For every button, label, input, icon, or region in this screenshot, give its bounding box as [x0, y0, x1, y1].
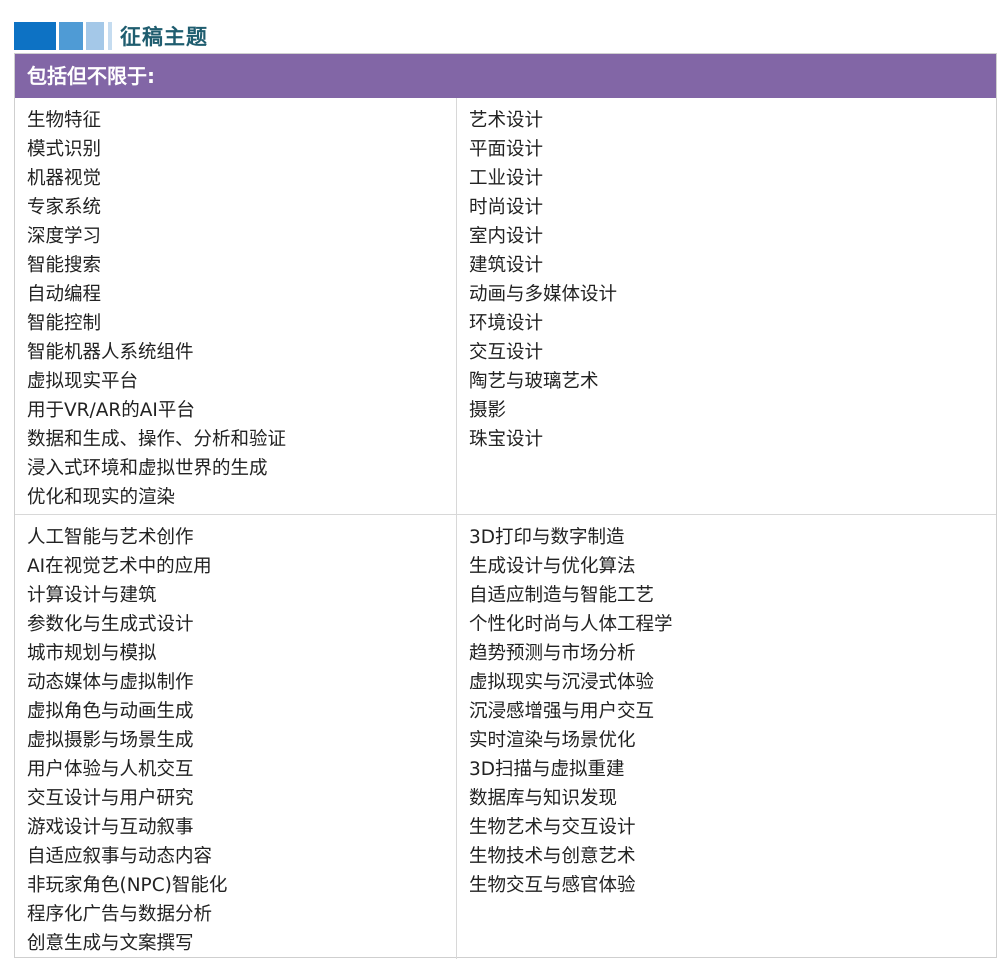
topic-item: 计算设计与建筑 — [27, 585, 157, 606]
topic-item: 平面设计 — [469, 139, 544, 160]
topic-item: 数据库与知识发现 — [469, 788, 618, 809]
topic-item: 生成设计与优化算法 — [469, 556, 636, 577]
topic-item: 虚拟现实与沉浸式体验 — [469, 672, 655, 693]
topic-item: 用户体验与人机交互 — [27, 759, 194, 780]
topic-item: 沉浸感增强与用户交互 — [469, 701, 655, 722]
topic-item: 深度学习 — [27, 226, 102, 247]
topic-item: 虚拟角色与动画生成 — [27, 701, 194, 722]
topic-item: 趋势预测与市场分析 — [469, 643, 636, 664]
topic-item: 交互设计 — [469, 342, 544, 363]
topic-item: 创意生成与文案撰写 — [27, 933, 194, 954]
topic-item: 浸入式环境和虚拟世界的生成 — [27, 458, 268, 479]
topic-item: 机器视觉 — [27, 168, 102, 189]
topic-column-left: 生物特征模式识别机器视觉专家系统深度学习智能搜索自动编程智能控制智能机器人系统组… — [15, 98, 457, 514]
topic-item: 模式识别 — [27, 139, 102, 160]
topic-item: 实时渲染与场景优化 — [469, 730, 636, 751]
topic-item: 珠宝设计 — [469, 429, 544, 450]
header-decor-bar — [108, 22, 112, 50]
topic-item: 建筑设计 — [469, 255, 544, 276]
topic-column-right: 艺术设计平面设计工业设计时尚设计室内设计建筑设计动画与多媒体设计 环境设计交互设计… — [457, 98, 996, 514]
topic-item: 环境设计 — [469, 313, 544, 334]
topic-item: 程序化广告与数据分析 — [27, 904, 213, 925]
topic-item: 智能机器人系统组件 — [27, 342, 194, 363]
topic-item: 室内设计 — [469, 226, 544, 247]
topic-item: 生物交互与感官体验 — [469, 875, 636, 896]
topic-item: 动态媒体与虚拟制作 — [27, 672, 194, 693]
table-banner: 包括但不限于: — [15, 54, 996, 98]
topic-item: 动画与多媒体设计 — [469, 284, 618, 305]
topic-item: 数据和生成、操作、分析和验证 — [27, 429, 287, 450]
topic-item: AI在视觉艺术中的应用 — [27, 556, 212, 577]
topic-item: 生物特征 — [27, 110, 102, 131]
header-decor-block — [14, 22, 56, 50]
topic-item: 虚拟现实平台 — [27, 371, 139, 392]
topic-column-right: 3D打印与数字制造 生成设计与优化算法 自适应制造与智能工艺 个性化时尚与人体工程学趋… — [457, 515, 996, 959]
topic-item: 艺术设计 — [469, 110, 544, 131]
header-decor-block — [59, 22, 83, 50]
topic-item: 用于VR/AR的AI平台 — [27, 400, 195, 421]
topic-item: 游戏设计与互动叙事 — [27, 817, 194, 838]
topic-item: 智能搜索 — [27, 255, 102, 276]
topic-item: 3D扫描与虚拟重建 — [469, 759, 625, 780]
topic-item: 生物艺术与交互设计 — [469, 817, 636, 838]
section-header: 征稿主题 — [14, 22, 208, 50]
topic-item: 人工智能与艺术创作 — [27, 527, 194, 548]
header-decor-block — [86, 22, 104, 50]
topic-item: 智能控制 — [27, 313, 102, 334]
topic-item: 时尚设计 — [469, 197, 544, 218]
topic-item: 虚拟摄影与场景生成 — [27, 730, 194, 751]
topic-item: 工业设计 — [469, 168, 544, 189]
topic-item: 专家系统 — [27, 197, 102, 218]
topic-item: 非玩家角色(NPC)智能化 — [27, 875, 228, 896]
topic-item: 3D打印与数字制造 — [469, 527, 625, 548]
topic-column-left: 人工智能与艺术创作 AI在视觉艺术中的应用 计算设计与建筑参数化与生成式设计 城市规划… — [15, 515, 457, 959]
topic-item: 参数化与生成式设计 — [27, 614, 194, 635]
topic-item: 个性化时尚与人体工程学 — [469, 614, 673, 635]
topic-item: 摄影 — [469, 400, 507, 421]
table-row: 人工智能与艺术创作 AI在视觉艺术中的应用 计算设计与建筑参数化与生成式设计 城市规划… — [15, 514, 996, 959]
topics-table: 包括但不限于: 生物特征模式识别机器视觉专家系统深度学习智能搜索自动编程智能控制… — [14, 53, 997, 959]
table-row: 生物特征模式识别机器视觉专家系统深度学习智能搜索自动编程智能控制智能机器人系统组… — [15, 98, 996, 514]
topic-item: 自适应制造与智能工艺 — [469, 585, 655, 606]
section-title: 征稿主题 — [120, 25, 208, 49]
topic-item: 自适应叙事与动态内容 — [27, 846, 213, 867]
topic-item: 城市规划与模拟 — [27, 643, 157, 664]
topic-item: 生物技术与创意艺术 — [469, 846, 636, 867]
topic-item: 陶艺与玻璃艺术 — [469, 371, 599, 392]
topic-item: 优化和现实的渲染 — [27, 487, 176, 508]
topic-item: 交互设计与用户研究 — [27, 788, 194, 809]
topic-item: 自动编程 — [27, 284, 102, 305]
